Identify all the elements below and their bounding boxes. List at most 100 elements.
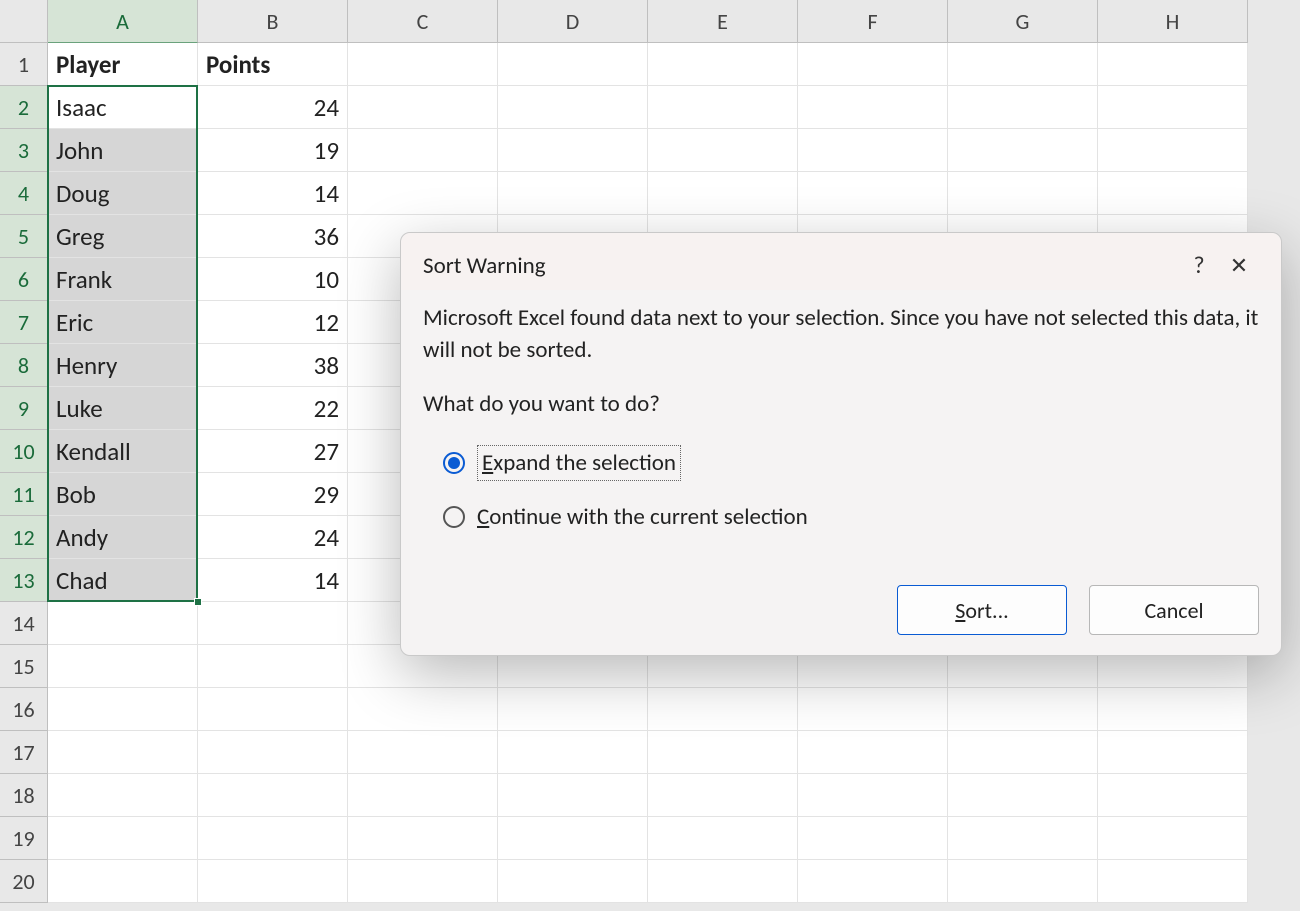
row-header-6[interactable]: 6 <box>0 258 48 301</box>
column-header-B[interactable]: B <box>198 0 348 43</box>
cell-A10[interactable]: Kendall <box>48 430 198 473</box>
cell-A11[interactable]: Bob <box>48 473 198 516</box>
row-header-20[interactable]: 20 <box>0 860 48 903</box>
cell-G3[interactable] <box>948 129 1098 172</box>
cell-C4[interactable] <box>348 172 498 215</box>
row-header-19[interactable]: 19 <box>0 817 48 860</box>
cell-B18[interactable] <box>198 774 348 817</box>
cell-A15[interactable] <box>48 645 198 688</box>
cell-A19[interactable] <box>48 817 198 860</box>
cell-A9[interactable]: Luke <box>48 387 198 430</box>
radio-continue-current[interactable]: Continue with the current selection <box>443 491 1259 543</box>
cell-F16[interactable] <box>798 688 948 731</box>
cell-A14[interactable] <box>48 602 198 645</box>
cell-D16[interactable] <box>498 688 648 731</box>
cell-G18[interactable] <box>948 774 1098 817</box>
column-header-F[interactable]: F <box>798 0 948 43</box>
row-header-9[interactable]: 9 <box>0 387 48 430</box>
row-header-7[interactable]: 7 <box>0 301 48 344</box>
row-header-1[interactable]: 1 <box>0 43 48 86</box>
column-header-H[interactable]: H <box>1098 0 1248 43</box>
cell-G4[interactable] <box>948 172 1098 215</box>
cell-A20[interactable] <box>48 860 198 903</box>
cell-B16[interactable] <box>198 688 348 731</box>
radio-expand-selection[interactable]: Expand the selection <box>443 435 1259 491</box>
cell-G19[interactable] <box>948 817 1098 860</box>
cell-B5[interactable]: 36 <box>198 215 348 258</box>
cell-H3[interactable] <box>1098 129 1248 172</box>
cell-A18[interactable] <box>48 774 198 817</box>
row-header-11[interactable]: 11 <box>0 473 48 516</box>
help-button[interactable]: ? <box>1179 251 1219 280</box>
cell-E4[interactable] <box>648 172 798 215</box>
cell-B1[interactable]: Points <box>198 43 348 86</box>
row-header-4[interactable]: 4 <box>0 172 48 215</box>
cell-C19[interactable] <box>348 817 498 860</box>
cell-F3[interactable] <box>798 129 948 172</box>
cell-F2[interactable] <box>798 86 948 129</box>
column-header-E[interactable]: E <box>648 0 798 43</box>
cell-G16[interactable] <box>948 688 1098 731</box>
cell-A7[interactable]: Eric <box>48 301 198 344</box>
cell-F17[interactable] <box>798 731 948 774</box>
row-header-15[interactable]: 15 <box>0 645 48 688</box>
cell-A12[interactable]: Andy <box>48 516 198 559</box>
cell-A5[interactable]: Greg <box>48 215 198 258</box>
cell-A8[interactable]: Henry <box>48 344 198 387</box>
select-all-corner[interactable] <box>0 0 48 43</box>
cell-E20[interactable] <box>648 860 798 903</box>
row-header-14[interactable]: 14 <box>0 602 48 645</box>
cell-H18[interactable] <box>1098 774 1248 817</box>
cell-E17[interactable] <box>648 731 798 774</box>
cell-B3[interactable]: 19 <box>198 129 348 172</box>
cell-A16[interactable] <box>48 688 198 731</box>
cell-B10[interactable]: 27 <box>198 430 348 473</box>
cell-H17[interactable] <box>1098 731 1248 774</box>
cell-A6[interactable]: Frank <box>48 258 198 301</box>
cell-B11[interactable]: 29 <box>198 473 348 516</box>
row-header-5[interactable]: 5 <box>0 215 48 258</box>
cell-B7[interactable]: 12 <box>198 301 348 344</box>
cell-B19[interactable] <box>198 817 348 860</box>
cell-A3[interactable]: John <box>48 129 198 172</box>
cell-E16[interactable] <box>648 688 798 731</box>
cell-G1[interactable] <box>948 43 1098 86</box>
cell-B17[interactable] <box>198 731 348 774</box>
cell-H2[interactable] <box>1098 86 1248 129</box>
cell-E2[interactable] <box>648 86 798 129</box>
cell-B12[interactable]: 24 <box>198 516 348 559</box>
cell-G20[interactable] <box>948 860 1098 903</box>
cell-D2[interactable] <box>498 86 648 129</box>
cell-B14[interactable] <box>198 602 348 645</box>
cell-B15[interactable] <box>198 645 348 688</box>
column-header-C[interactable]: C <box>348 0 498 43</box>
row-header-12[interactable]: 12 <box>0 516 48 559</box>
cell-F18[interactable] <box>798 774 948 817</box>
cell-F4[interactable] <box>798 172 948 215</box>
column-header-G[interactable]: G <box>948 0 1098 43</box>
cell-B20[interactable] <box>198 860 348 903</box>
sort-button[interactable]: Sort... <box>897 585 1067 635</box>
cell-C3[interactable] <box>348 129 498 172</box>
row-header-13[interactable]: 13 <box>0 559 48 602</box>
cell-G2[interactable] <box>948 86 1098 129</box>
row-header-3[interactable]: 3 <box>0 129 48 172</box>
cell-C20[interactable] <box>348 860 498 903</box>
cell-A4[interactable]: Doug <box>48 172 198 215</box>
cell-E3[interactable] <box>648 129 798 172</box>
cell-B9[interactable]: 22 <box>198 387 348 430</box>
cell-E19[interactable] <box>648 817 798 860</box>
cell-A2[interactable]: Isaac <box>48 86 198 129</box>
column-header-A[interactable]: A <box>48 0 198 43</box>
cell-D4[interactable] <box>498 172 648 215</box>
cell-A17[interactable] <box>48 731 198 774</box>
cell-D18[interactable] <box>498 774 648 817</box>
cell-B2[interactable]: 24 <box>198 86 348 129</box>
cell-D20[interactable] <box>498 860 648 903</box>
cell-H20[interactable] <box>1098 860 1248 903</box>
row-header-18[interactable]: 18 <box>0 774 48 817</box>
cell-D1[interactable] <box>498 43 648 86</box>
cell-E1[interactable] <box>648 43 798 86</box>
cell-H19[interactable] <box>1098 817 1248 860</box>
cell-D3[interactable] <box>498 129 648 172</box>
